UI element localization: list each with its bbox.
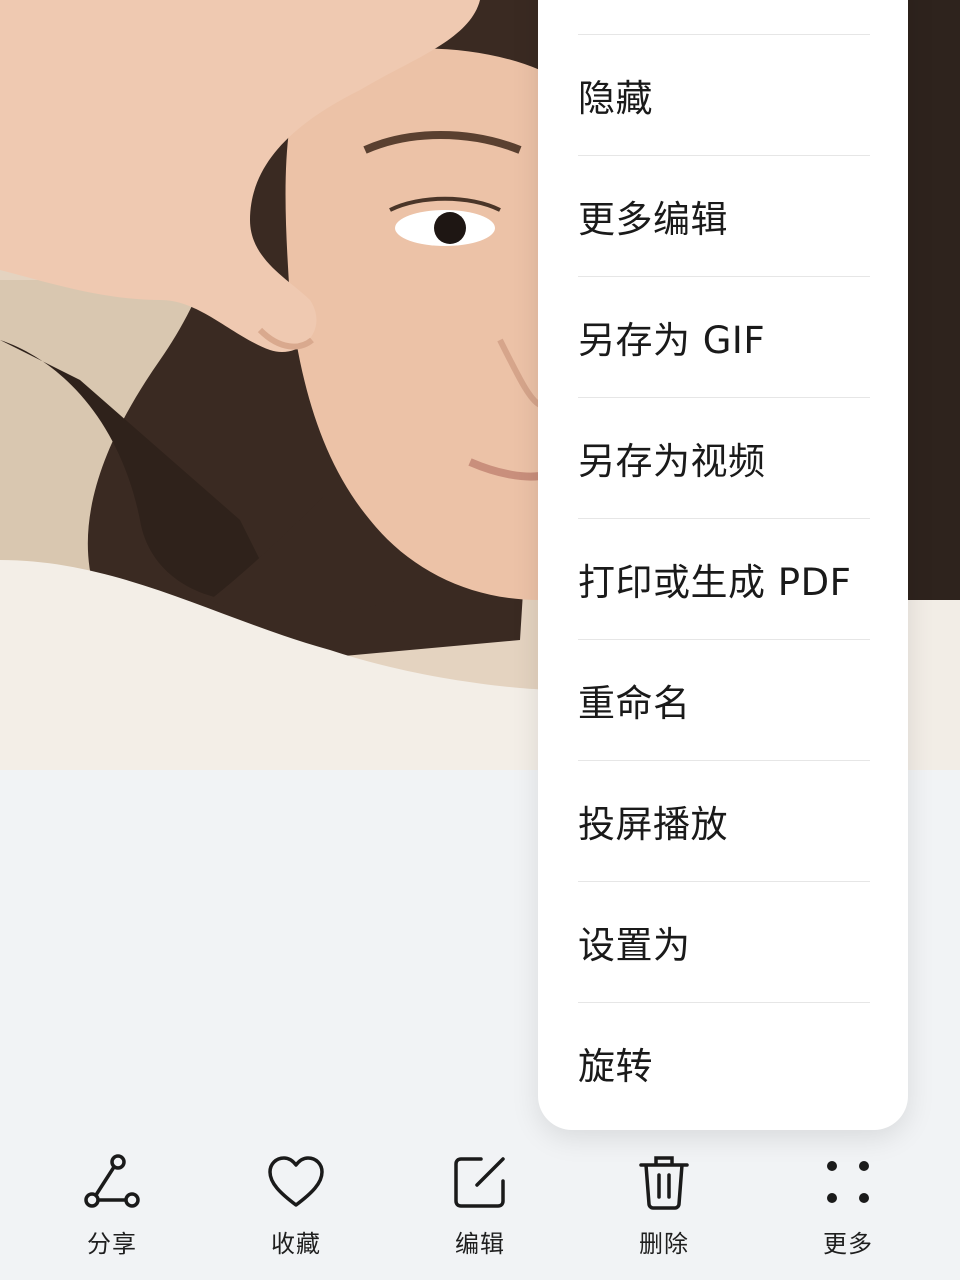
share-button[interactable]: 分享 (37, 1150, 187, 1259)
heart-icon (264, 1150, 328, 1214)
menu-item-more-edit[interactable]: 更多编辑 (578, 155, 870, 276)
menu-item-label: 投屏播放 (578, 803, 728, 846)
menu-item-label: 重命名 (578, 682, 691, 725)
edit-label: 编辑 (455, 1230, 505, 1258)
menu-list: 隐藏 更多编辑 另存为 GIF 另存为视频 打印或生成 PDF 重命名 投屏播放… (578, 0, 870, 1123)
menu-item-hide[interactable]: 隐藏 (578, 34, 870, 155)
share-label: 分享 (87, 1230, 137, 1258)
menu-item-rotate[interactable]: 旋转 (578, 1002, 870, 1123)
menu-item-save-as-video[interactable]: 另存为视频 (578, 397, 870, 518)
share-icon (80, 1150, 144, 1214)
edit-button[interactable]: 编辑 (405, 1150, 555, 1259)
favorite-button[interactable]: 收藏 (221, 1150, 371, 1259)
menu-item-label: 隐藏 (578, 77, 653, 120)
delete-label: 删除 (639, 1230, 689, 1258)
more-label: 更多 (823, 1230, 873, 1258)
edit-icon (448, 1150, 512, 1214)
menu-item-label: 更多编辑 (578, 198, 728, 241)
menu-item-save-as-gif[interactable]: 另存为 GIF (578, 276, 870, 397)
more-dots-icon (816, 1150, 880, 1214)
menu-item-label: 旋转 (578, 1045, 653, 1088)
menu-item-label: 另存为视频 (578, 440, 766, 483)
favorite-label: 收藏 (271, 1230, 321, 1258)
trash-icon (632, 1150, 696, 1214)
menu-item-label: 另存为 GIF (578, 319, 766, 362)
menu-item-label: 设置为 (578, 924, 691, 967)
bottom-toolbar: 分享 收藏 编辑 删除 更多 (0, 1150, 960, 1280)
menu-item-rename[interactable]: 重命名 (578, 639, 870, 760)
menu-item-set-as[interactable]: 设置为 (578, 881, 870, 1002)
menu-top-spacer (578, 0, 870, 34)
more-button[interactable]: 更多 (773, 1150, 923, 1259)
menu-item-cast[interactable]: 投屏播放 (578, 760, 870, 881)
delete-button[interactable]: 删除 (589, 1150, 739, 1259)
more-options-menu: 隐藏 更多编辑 另存为 GIF 另存为视频 打印或生成 PDF 重命名 投屏播放… (538, 0, 908, 1130)
menu-item-label: 打印或生成 PDF (578, 561, 852, 604)
gallery-photo-viewer: 隐藏 更多编辑 另存为 GIF 另存为视频 打印或生成 PDF 重命名 投屏播放… (0, 0, 960, 1280)
menu-item-print-pdf[interactable]: 打印或生成 PDF (578, 518, 870, 639)
